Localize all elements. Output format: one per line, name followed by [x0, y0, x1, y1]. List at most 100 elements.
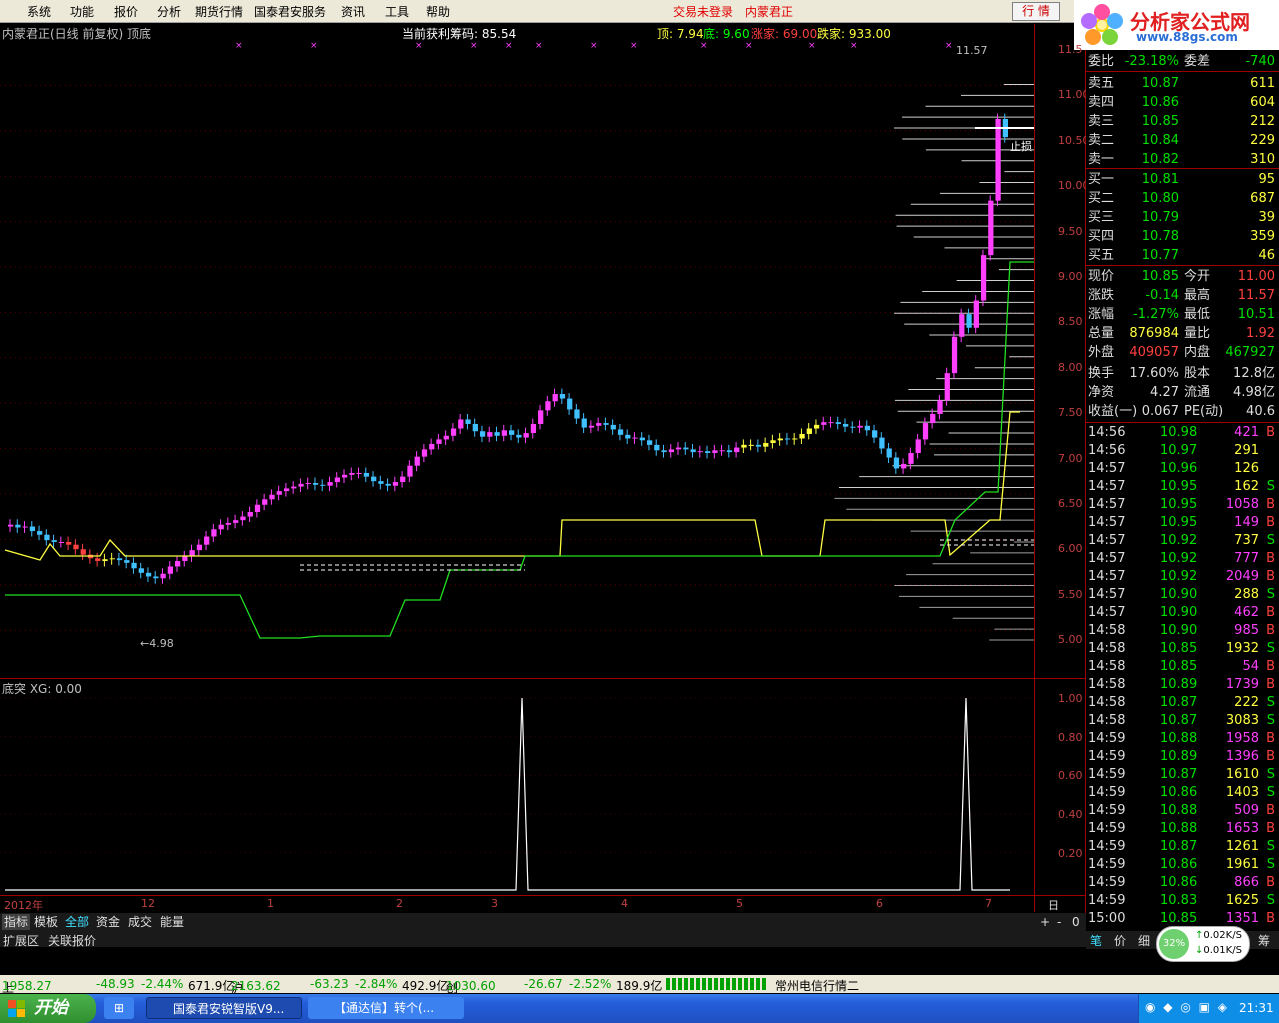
bid-row[interactable]: 买二 10.80 687: [1086, 189, 1279, 208]
menu-tools[interactable]: 工具: [385, 3, 409, 20]
ask-row[interactable]: 卖一 10.82 310: [1086, 150, 1279, 169]
tick-row: 14:57 10.95 162 S: [1088, 479, 1275, 494]
tab-energy[interactable]: 能量: [158, 914, 186, 930]
top-marker: ×: [945, 41, 953, 51]
tab-template[interactable]: 模板: [32, 914, 60, 930]
candle-body: [240, 516, 246, 521]
tray-icons[interactable]: ◉ ◆ ◎ ▣ ◈: [1145, 1000, 1229, 1014]
tick-row: 14:58 10.90 985 B: [1088, 623, 1275, 638]
time-label: 2012年: [4, 899, 43, 912]
candle-body: [930, 413, 936, 424]
tab-extension-area[interactable]: 扩展区: [3, 932, 39, 949]
tab-more[interactable]: 筹: [1258, 932, 1270, 949]
candle-body: [530, 423, 537, 434]
tab-all[interactable]: 全部: [63, 914, 91, 930]
tick-row: 14:57 10.95 149 B: [1088, 515, 1275, 530]
index-change: -26.67: [524, 977, 563, 991]
tick-row: 14:57 10.92 777 B: [1088, 551, 1275, 566]
candle-body: [356, 472, 362, 474]
candle-body: [705, 451, 711, 454]
quicklaunch-icon[interactable]: ⊞: [104, 997, 134, 1019]
top-marker: ×: [808, 41, 816, 51]
tab-indicator[interactable]: 指标: [2, 914, 31, 930]
menu-analysis[interactable]: 分析: [157, 3, 181, 20]
candle-body: [436, 439, 442, 444]
candle-body: [995, 118, 1001, 201]
tab-ticks[interactable]: 笔: [1090, 932, 1102, 949]
tick-row: 14:59 10.83 1625 S: [1088, 893, 1275, 908]
ask-row[interactable]: 卖三 10.85 212: [1086, 112, 1279, 131]
candle-body: [392, 482, 399, 486]
bid-row[interactable]: 买一 10.81 95: [1086, 170, 1279, 189]
tab-deals[interactable]: 成交: [126, 914, 154, 930]
candle-body: [893, 457, 900, 469]
signal-chart[interactable]: [0, 680, 1034, 892]
candle-body: [254, 504, 261, 513]
system-tray: ◉ ◆ ◎ ▣ ◈ 21:31: [1138, 994, 1279, 1023]
candle-body: [784, 438, 791, 440]
candlestick-chart[interactable]: × × × × × × × × × × × × × 11.57←4.98止损: [0, 40, 1034, 676]
candle-body: [29, 526, 36, 532]
quote-row: 收益(一) 0.067 PE(动) 40.6: [1088, 404, 1275, 419]
menu-info[interactable]: 资讯: [341, 3, 365, 20]
candle-body: [646, 440, 653, 445]
candle-body: [124, 560, 130, 563]
candle-body: [639, 437, 645, 441]
zoom-out-button[interactable]: -: [1055, 914, 1063, 930]
tick-row: 14:59 10.86 866 B: [1088, 875, 1275, 890]
menu-function[interactable]: 功能: [70, 3, 94, 20]
candle-body: [654, 444, 660, 451]
menu-quote[interactable]: 报价: [114, 3, 138, 20]
tab-detail[interactable]: 细: [1138, 932, 1150, 949]
server-name[interactable]: 常州电信行情二: [775, 977, 859, 994]
candle-body: [581, 418, 587, 428]
candle-body: [719, 450, 725, 452]
menu-futures[interactable]: 期货行情: [195, 3, 243, 20]
candle-body: [116, 558, 123, 561]
ask-row[interactable]: 卖五 10.87 611: [1086, 74, 1279, 93]
candle-body: [988, 200, 994, 256]
task-gtja[interactable]: 国泰君安锐智版V9...: [146, 997, 302, 1019]
index-amount: 492.9亿: [402, 979, 449, 993]
bid-row[interactable]: 买四 10.78 359: [1086, 227, 1279, 246]
net-speed-widget[interactable]: 32% ↑0.02K/S ↓0.01K/S: [1156, 926, 1250, 962]
tick-row: 14:57 10.96 126: [1088, 461, 1259, 476]
ask-row[interactable]: 卖二 10.84 229: [1086, 131, 1279, 150]
quote-button[interactable]: 行 情: [1012, 2, 1060, 21]
tab-price[interactable]: 价: [1114, 932, 1126, 949]
bid-row[interactable]: 买五 10.77 46: [1086, 246, 1279, 265]
tick-row: 14:59 10.88 1653 B: [1088, 821, 1275, 836]
candle-body: [792, 438, 798, 440]
sub-axis-tick: 0.40: [1058, 808, 1083, 822]
candle-body: [777, 438, 783, 441]
bid-row[interactable]: 买三 10.79 39: [1086, 208, 1279, 227]
time-label: 2: [396, 897, 403, 910]
tab-funds[interactable]: 资金: [94, 914, 122, 930]
tick-row: 14:59 10.87 1261 S: [1088, 839, 1275, 854]
candle-body: [843, 423, 849, 427]
current-stock-name: 内蒙君正: [745, 5, 794, 19]
ask-row[interactable]: 卖四 10.86 604: [1086, 93, 1279, 112]
reset-button[interactable]: 0: [1070, 914, 1082, 930]
candle-body: [458, 419, 464, 429]
candle-body: [516, 434, 522, 438]
candle-body: [167, 566, 173, 574]
green-indicator-line: [5, 261, 1034, 639]
zoom-in-button[interactable]: +: [1038, 914, 1052, 930]
top-marker: ×: [850, 41, 858, 51]
candle-body: [145, 572, 152, 577]
candle-body: [603, 423, 609, 425]
tab-related-quote[interactable]: 关联报价: [48, 932, 96, 949]
candle-body: [225, 522, 232, 525]
menu-system[interactable]: 系统: [27, 3, 51, 20]
task-tdx[interactable]: 【通达信】转个(...: [308, 997, 464, 1019]
candle-body: [588, 425, 595, 428]
menu-help[interactable]: 帮助: [426, 3, 450, 20]
time-label: 1: [267, 897, 274, 910]
menu-bar: 系统 功能 报价 分析 期货行情 国泰君安服务 资讯 工具 帮助 交易未登录 内…: [0, 0, 1279, 50]
candle-body: [697, 451, 704, 453]
candle-body: [596, 423, 602, 426]
sub-chart-axis: 1.00 0.80 0.60 0.40 0.20: [1036, 680, 1086, 892]
menu-gtja-service[interactable]: 国泰君安服务: [254, 3, 326, 20]
login-status[interactable]: 交易未登录: [673, 3, 733, 20]
